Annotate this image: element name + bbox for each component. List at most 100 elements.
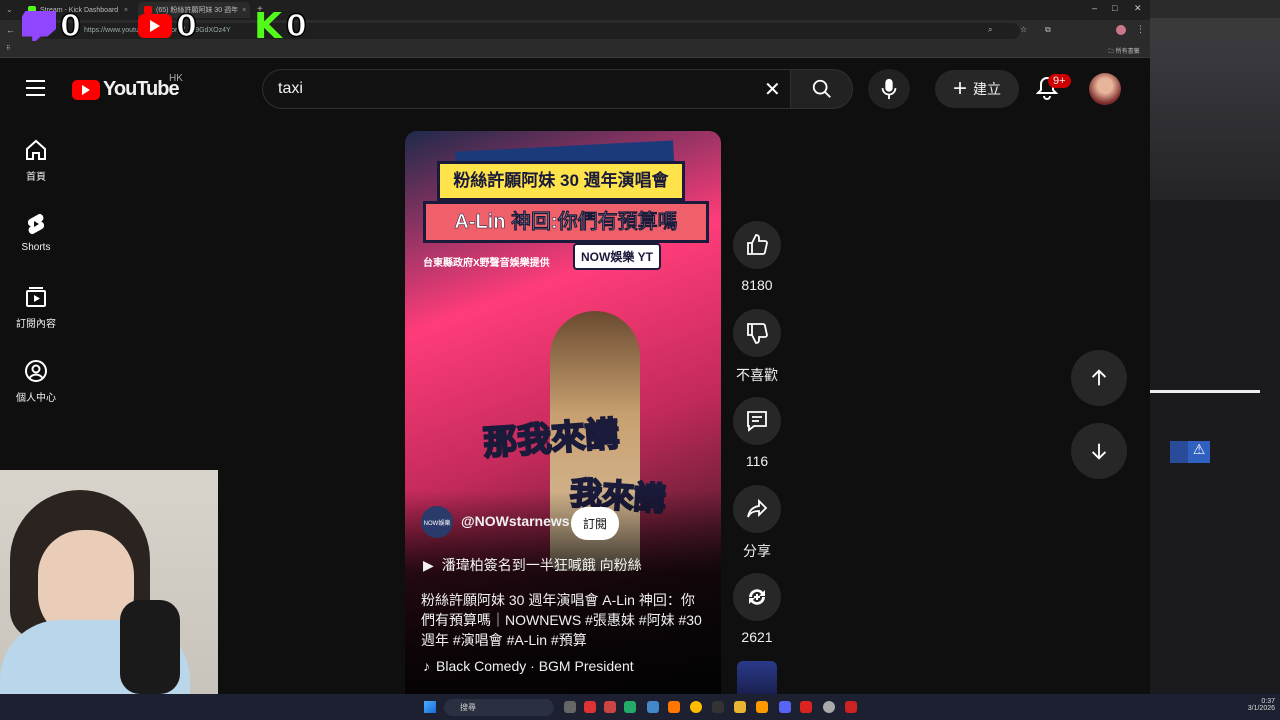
short-video-player[interactable]: 粉絲許願阿妹 30 週年演唱會 A-Lin 神回:你們有預算嗎 台東縣政府X野聲… <box>405 131 721 694</box>
logo-text: YouTube <box>103 78 180 100</box>
task-view-icon[interactable] <box>564 701 576 713</box>
background-window: ⚠ <box>1150 0 1280 694</box>
related-playlist-label: 潘瑋柏簽名到一半狂喊餓 向粉絲 <box>441 557 642 573</box>
sound-thumbnail[interactable] <box>737 661 777 694</box>
play-icon: ▶ <box>423 556 434 573</box>
taskbar-search[interactable]: 搜尋 <box>444 699 554 716</box>
sidebar-item-shorts[interactable]: Shorts <box>0 212 72 253</box>
windows-taskbar <box>0 694 1280 720</box>
shorts-icon <box>27 213 45 235</box>
star-icon[interactable]: ☆ <box>1020 25 1027 34</box>
obs-icon[interactable] <box>800 701 812 713</box>
comments-action[interactable]: 116 <box>733 397 781 469</box>
arrow-up-icon <box>1091 369 1107 386</box>
all-bookmarks-label: 所有書籤 <box>1115 49 1140 55</box>
comments-button[interactable] <box>733 397 781 445</box>
sidebar-item-subscriptions[interactable]: 訂閱內容 <box>0 285 72 330</box>
search-button[interactable] <box>790 69 853 109</box>
clock[interactable]: 0:37 3/1/2026 <box>1247 698 1275 712</box>
sidebar-item-label: 首頁 <box>26 172 46 183</box>
home-icon <box>26 139 46 160</box>
hamburger-menu-icon[interactable] <box>26 80 45 96</box>
app-icon[interactable] <box>845 701 857 713</box>
zoom-icon[interactable]: ⌕ <box>988 25 992 35</box>
app-icon[interactable] <box>756 701 768 713</box>
comment-count: 116 <box>745 453 769 469</box>
thumbs-up-icon <box>747 234 768 255</box>
taskbar-search-label: 搜尋 <box>460 703 476 712</box>
clear-search-icon[interactable]: ✕ <box>764 77 781 102</box>
share-icon <box>747 498 768 518</box>
subscribe-button[interactable]: 訂閱 <box>571 507 620 540</box>
all-bookmarks[interactable]: 🗀 所有書籤 <box>1108 46 1140 57</box>
microphone-icon <box>881 78 897 100</box>
video-caption-1: 那我來講 <box>481 414 621 463</box>
minimize-icon[interactable]: – <box>1092 3 1097 13</box>
share-button[interactable] <box>733 485 781 533</box>
close-window-icon[interactable]: ✕ <box>1134 3 1142 14</box>
sidebar-item-label: 個人中心 <box>16 393 56 404</box>
previous-video-button[interactable] <box>1071 350 1127 406</box>
app-icon[interactable] <box>604 701 616 713</box>
dislike-action[interactable]: 不喜歡 <box>733 309 781 385</box>
clock-date: 3/1/2026 <box>1247 705 1275 712</box>
bookmarks-bar <box>0 42 1150 58</box>
kick-counter: K 0 <box>254 6 308 47</box>
profile-avatar[interactable] <box>1116 25 1126 35</box>
apps-icon[interactable]: ⠿ <box>6 45 10 52</box>
youtube-logo[interactable]: YouTube <box>72 78 180 101</box>
microphone-shape <box>120 600 180 694</box>
music-note-icon: ♪ <box>423 658 430 674</box>
close-icon[interactable]: × <box>242 7 246 14</box>
channel-name[interactable]: @NOWstarnews <box>461 513 570 529</box>
share-action[interactable]: 分享 <box>733 485 781 561</box>
chrome-icon[interactable] <box>690 701 702 713</box>
sidebar-item-label: Shorts <box>21 242 51 253</box>
close-icon[interactable]: × <box>124 7 128 14</box>
remix-button[interactable] <box>733 573 781 621</box>
sidebar-item-home[interactable]: 首頁 <box>0 138 72 183</box>
music-label: Black Comedy · BGM President <box>436 658 634 674</box>
app-icon[interactable] <box>647 701 659 713</box>
discord-icon[interactable] <box>779 701 791 713</box>
thumbs-down-icon <box>747 323 768 344</box>
dislike-button[interactable] <box>733 309 781 357</box>
search-input[interactable]: taxi <box>262 69 790 109</box>
create-label: 建立 <box>973 81 1001 97</box>
channel-avatar[interactable]: NOW娛樂 <box>421 506 453 538</box>
video-description[interactable]: 粉絲許願阿妹 30 週年演唱會 A-Lin 神回：你們有預算嗎｜NOWNEWS … <box>421 590 705 650</box>
related-playlist-link[interactable]: ▶ 潘瑋柏簽名到一半狂喊餓 向粉絲 <box>423 555 642 575</box>
brand-tag: NOW娛樂 YT <box>573 243 661 270</box>
avatar[interactable] <box>1089 73 1121 105</box>
firefox-icon[interactable] <box>668 701 680 713</box>
like-button[interactable] <box>733 221 781 269</box>
next-video-button[interactable] <box>1071 423 1127 479</box>
app-icon[interactable] <box>584 701 596 713</box>
music-link[interactable]: ♪ Black Comedy · BGM President <box>423 658 634 674</box>
maximize-icon[interactable]: □ <box>1112 3 1117 13</box>
video-subtitle-banner: A-Lin 神回:你們有預算嗎 <box>423 201 709 243</box>
create-button[interactable]: + 建立 <box>935 70 1019 108</box>
region-code: HK <box>169 73 183 84</box>
chrome-active-icon[interactable] <box>823 701 835 713</box>
sidebar-item-you[interactable]: 個人中心 <box>0 359 72 404</box>
share-label: 分享 <box>743 543 771 559</box>
app-icon[interactable] <box>712 701 724 713</box>
extensions-icon[interactable]: ⧉ <box>1045 25 1051 35</box>
warning-icon: ⚠ <box>1188 441 1210 463</box>
start-icon[interactable] <box>424 701 436 713</box>
folder-icon[interactable] <box>734 701 746 713</box>
remix-action[interactable]: 2621 <box>733 573 781 645</box>
notification-badge: 9+ <box>1048 74 1071 88</box>
twitch-counter: 0 <box>22 8 82 44</box>
app-icon[interactable] <box>624 701 636 713</box>
youtube-logo-icon <box>138 14 172 38</box>
twitch-logo-icon <box>22 11 56 41</box>
dislike-label: 不喜歡 <box>736 367 778 383</box>
like-action[interactable]: 8180 <box>733 221 781 293</box>
menu-icon[interactable]: ⋮ <box>1136 24 1145 35</box>
tab-search-icon[interactable]: ⌄ <box>6 5 13 14</box>
search-icon <box>812 79 831 98</box>
back-icon[interactable]: ← <box>6 25 15 35</box>
voice-search-button[interactable] <box>868 69 910 109</box>
